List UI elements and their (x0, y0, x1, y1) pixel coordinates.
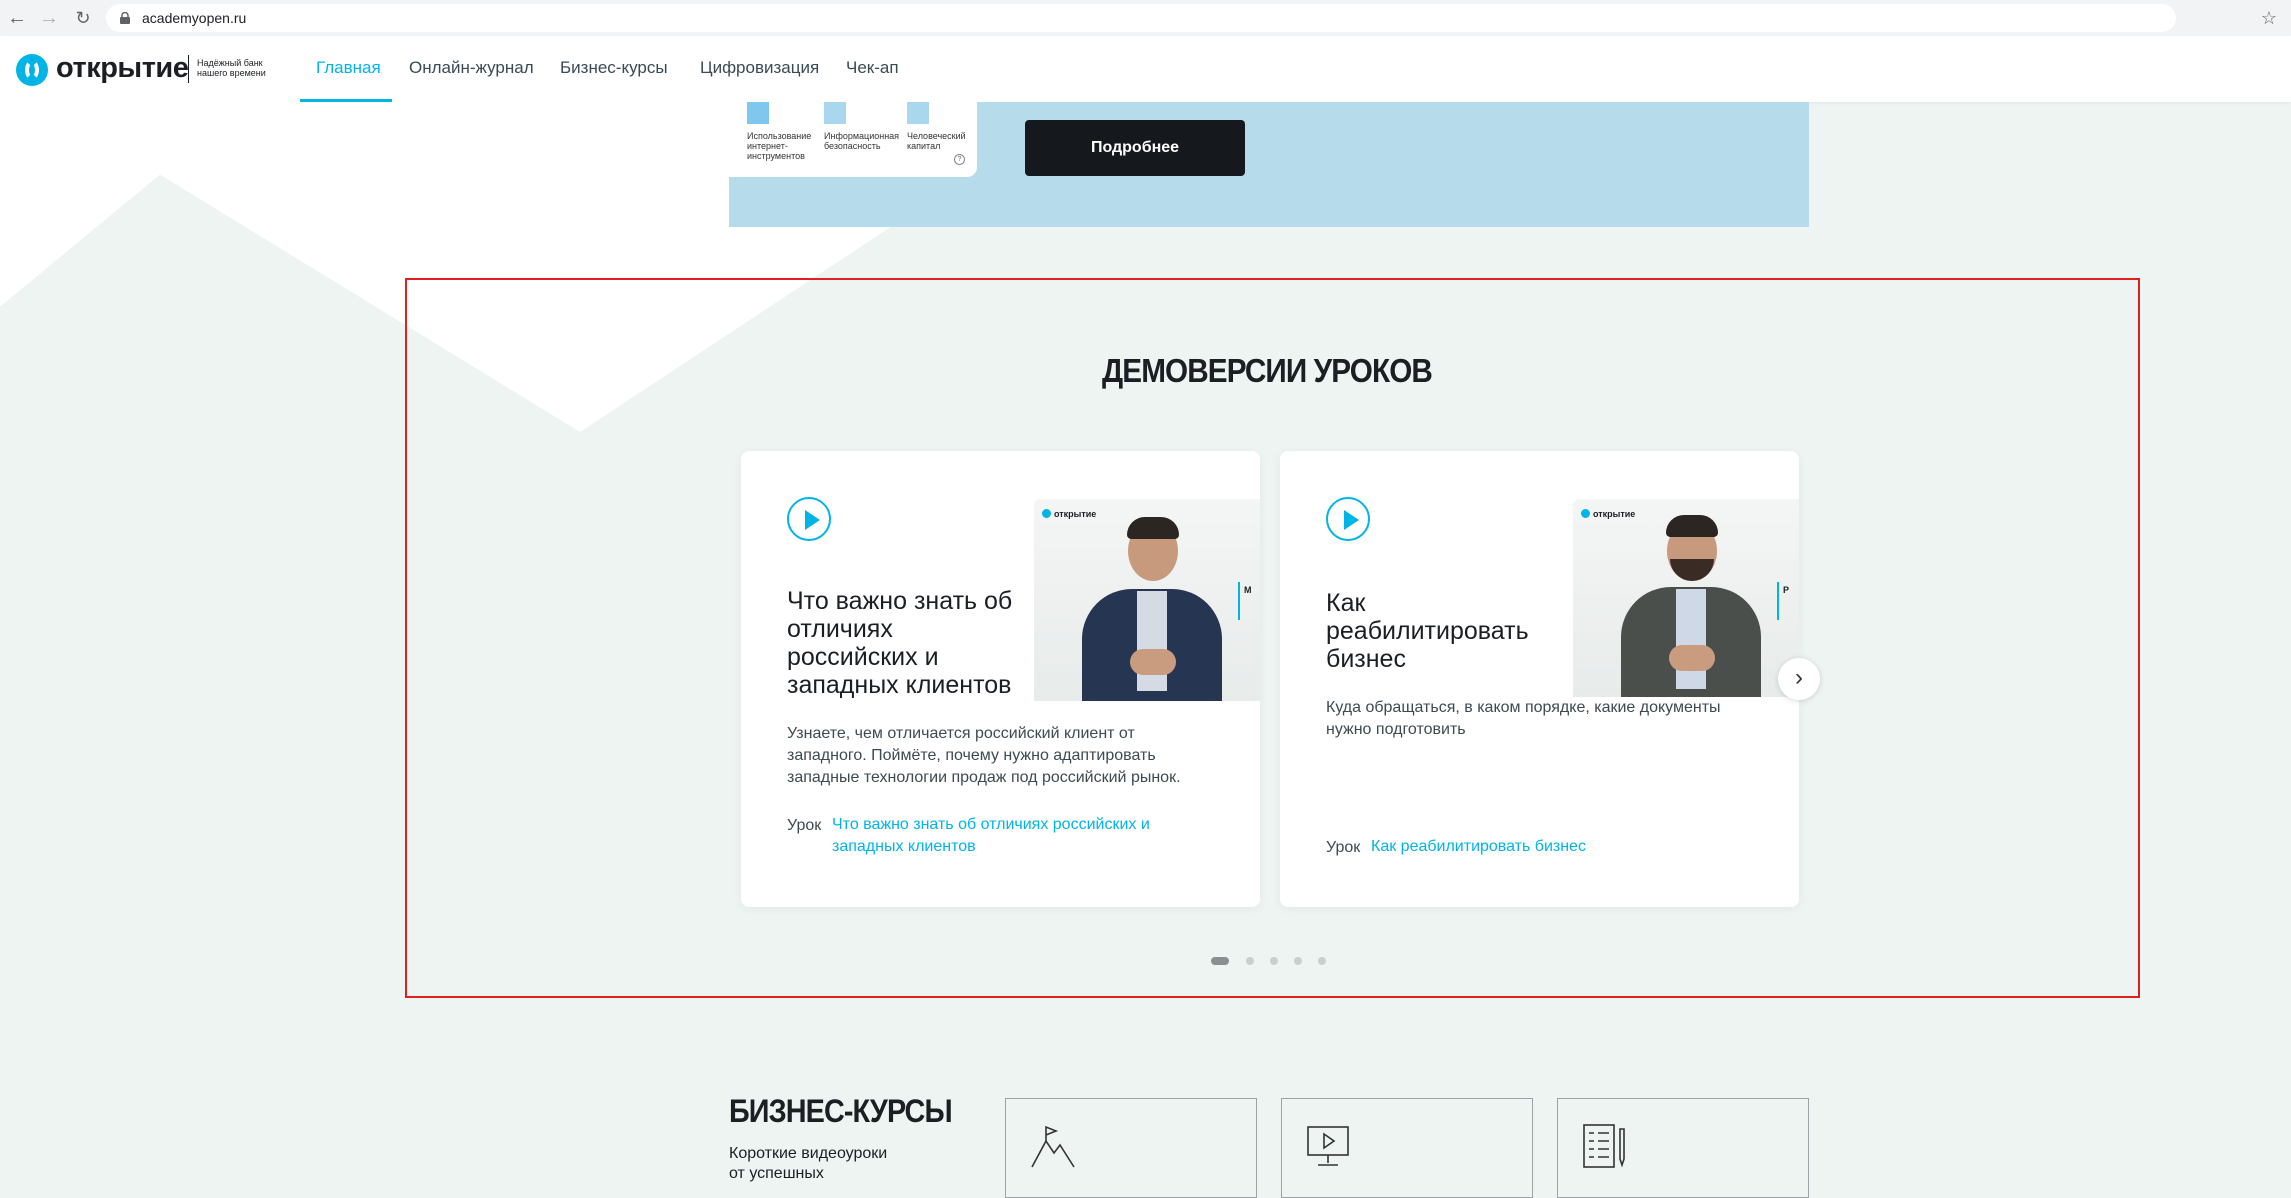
thumbnail-caption: М (1244, 585, 1252, 595)
more-button[interactable]: Подробнее (1025, 120, 1245, 176)
lesson-card-description: Узнаете, чем отличается российский клиен… (787, 725, 1181, 786)
mini-chart-label: Информационная безопасность (824, 131, 900, 151)
lesson-label: Урок (787, 817, 822, 834)
forward-icon[interactable]: → (38, 7, 60, 29)
url-text: academyopen.ru (142, 10, 247, 26)
logo-tagline-1: Надёжный банк (197, 58, 263, 68)
play-icon[interactable] (787, 497, 831, 541)
checklist-pen-icon (1583, 1124, 1625, 1168)
business-course-card[interactable] (1281, 1098, 1533, 1198)
mini-chart-bar (824, 102, 846, 124)
thumbnail-caption: Р (1783, 585, 1790, 595)
site-header: открытие Надёжный банк нашего времени Гл… (0, 36, 2291, 102)
logo-icon[interactable] (16, 54, 48, 86)
lesson-link[interactable]: Как реабилитировать бизнес (1371, 836, 1586, 858)
lesson-card[interactable]: Как реабилитировать бизнес открытие Р Ку… (1280, 451, 1799, 907)
mini-chart-label: Использование интернет-инструментов (747, 131, 812, 161)
pagination-dot[interactable] (1270, 957, 1278, 965)
pagination-dot[interactable] (1246, 957, 1254, 965)
thumbnail-logo: открытие (1581, 509, 1635, 519)
monitor-play-icon (1307, 1126, 1349, 1166)
mountain-flag-icon (1031, 1125, 1075, 1168)
chevron-right-icon[interactable]: › (1778, 658, 1820, 700)
nav-item-online-journal[interactable]: Онлайн-журнал (409, 58, 534, 78)
nav-item-home[interactable]: Главная (316, 58, 381, 78)
reload-icon[interactable]: ↻ (72, 7, 94, 29)
lesson-card-description: Куда обращаться, в каком порядке, какие … (1326, 699, 1721, 738)
lesson-label: Урок (1326, 839, 1361, 856)
logo-tagline-2: нашего времени (197, 68, 266, 78)
logo-text[interactable]: открытие (56, 52, 189, 85)
logo-divider (188, 55, 189, 83)
lesson-video-thumbnail[interactable]: открытие Р (1573, 499, 1799, 697)
section-title: ДЕМОВЕРСИИ УРОКОВ (1102, 352, 1433, 389)
lesson-video-thumbnail[interactable]: открытие М (1034, 499, 1260, 701)
mini-chart-card: Использование интернет-инструментов Инфо… (729, 102, 977, 177)
address-bar[interactable]: academyopen.ru (106, 4, 2176, 32)
pagination-dot[interactable] (1294, 957, 1302, 965)
lesson-card-title: Что важно знать об отличиях российских и… (787, 587, 1013, 699)
nav-active-indicator (300, 99, 392, 102)
nav-item-business-courses[interactable]: Бизнес-курсы (560, 58, 668, 78)
lock-icon (120, 12, 130, 24)
business-course-card[interactable] (1005, 1098, 1257, 1198)
lesson-card[interactable]: Что важно знать об отличиях российских и… (741, 451, 1260, 907)
business-course-card[interactable] (1557, 1098, 1809, 1198)
nav-item-digitalization[interactable]: Цифровизация (700, 58, 819, 78)
mini-chart-bar (747, 102, 769, 124)
lesson-link[interactable]: Что важно знать об отличиях российских и… (832, 814, 1150, 858)
help-icon[interactable]: ? (954, 154, 965, 165)
browser-toolbar: ← → ↻ academyopen.ru ☆ (0, 0, 2291, 37)
business-courses-description: Короткие видеоуроки от успешных (729, 1145, 888, 1182)
play-icon[interactable] (1326, 497, 1370, 541)
lesson-card-title: Как реабилитировать бизнес (1326, 589, 1529, 673)
mini-chart-label: Человеческий капитал (907, 131, 966, 151)
thumbnail-logo: открытие (1042, 509, 1096, 519)
business-courses-title: БИЗНЕС-КУРСЫ (729, 1093, 953, 1129)
back-icon[interactable]: ← (6, 7, 28, 29)
pagination-dot[interactable] (1318, 957, 1326, 965)
mini-chart-bar (907, 102, 929, 124)
pagination-dot[interactable] (1211, 957, 1229, 965)
nav-item-checkup[interactable]: Чек-ап (846, 58, 899, 78)
bookmark-star-icon[interactable]: ☆ (2258, 7, 2280, 29)
